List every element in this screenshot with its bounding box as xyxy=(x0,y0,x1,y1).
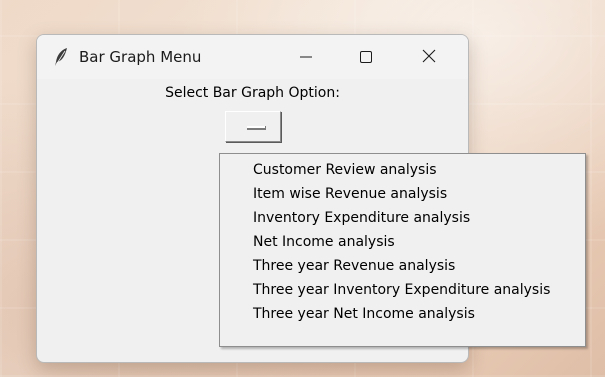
window-title: Bar Graph Menu xyxy=(79,48,202,66)
minimize-button[interactable] xyxy=(283,35,329,79)
minimize-icon xyxy=(300,48,312,67)
menu-item-inventory-expenditure[interactable]: Inventory Expenditure analysis xyxy=(220,206,585,230)
option-menu-indicator-icon xyxy=(247,126,266,130)
menu-item-three-year-inventory-expenditure[interactable]: Three year Inventory Expenditure analysi… xyxy=(220,278,585,302)
menu-item-three-year-net-income[interactable]: Three year Net Income analysis xyxy=(220,302,585,326)
menu-item-item-wise-revenue[interactable]: Item wise Revenue analysis xyxy=(220,182,585,206)
feather-icon xyxy=(53,47,69,67)
bar-graph-options-dropdown: Customer Review analysis Item wise Reven… xyxy=(219,153,586,347)
select-option-label: Select Bar Graph Option: xyxy=(165,85,340,101)
maximize-button[interactable] xyxy=(343,35,389,79)
close-button[interactable] xyxy=(406,35,452,79)
menu-item-customer-review[interactable]: Customer Review analysis xyxy=(220,158,585,182)
maximize-icon xyxy=(360,48,372,67)
close-icon xyxy=(422,48,436,67)
title-bar[interactable]: Bar Graph Menu xyxy=(37,35,468,79)
bar-graph-option-menu-button[interactable] xyxy=(225,111,281,142)
menu-item-three-year-revenue[interactable]: Three year Revenue analysis xyxy=(220,254,585,278)
menu-item-net-income[interactable]: Net Income analysis xyxy=(220,230,585,254)
